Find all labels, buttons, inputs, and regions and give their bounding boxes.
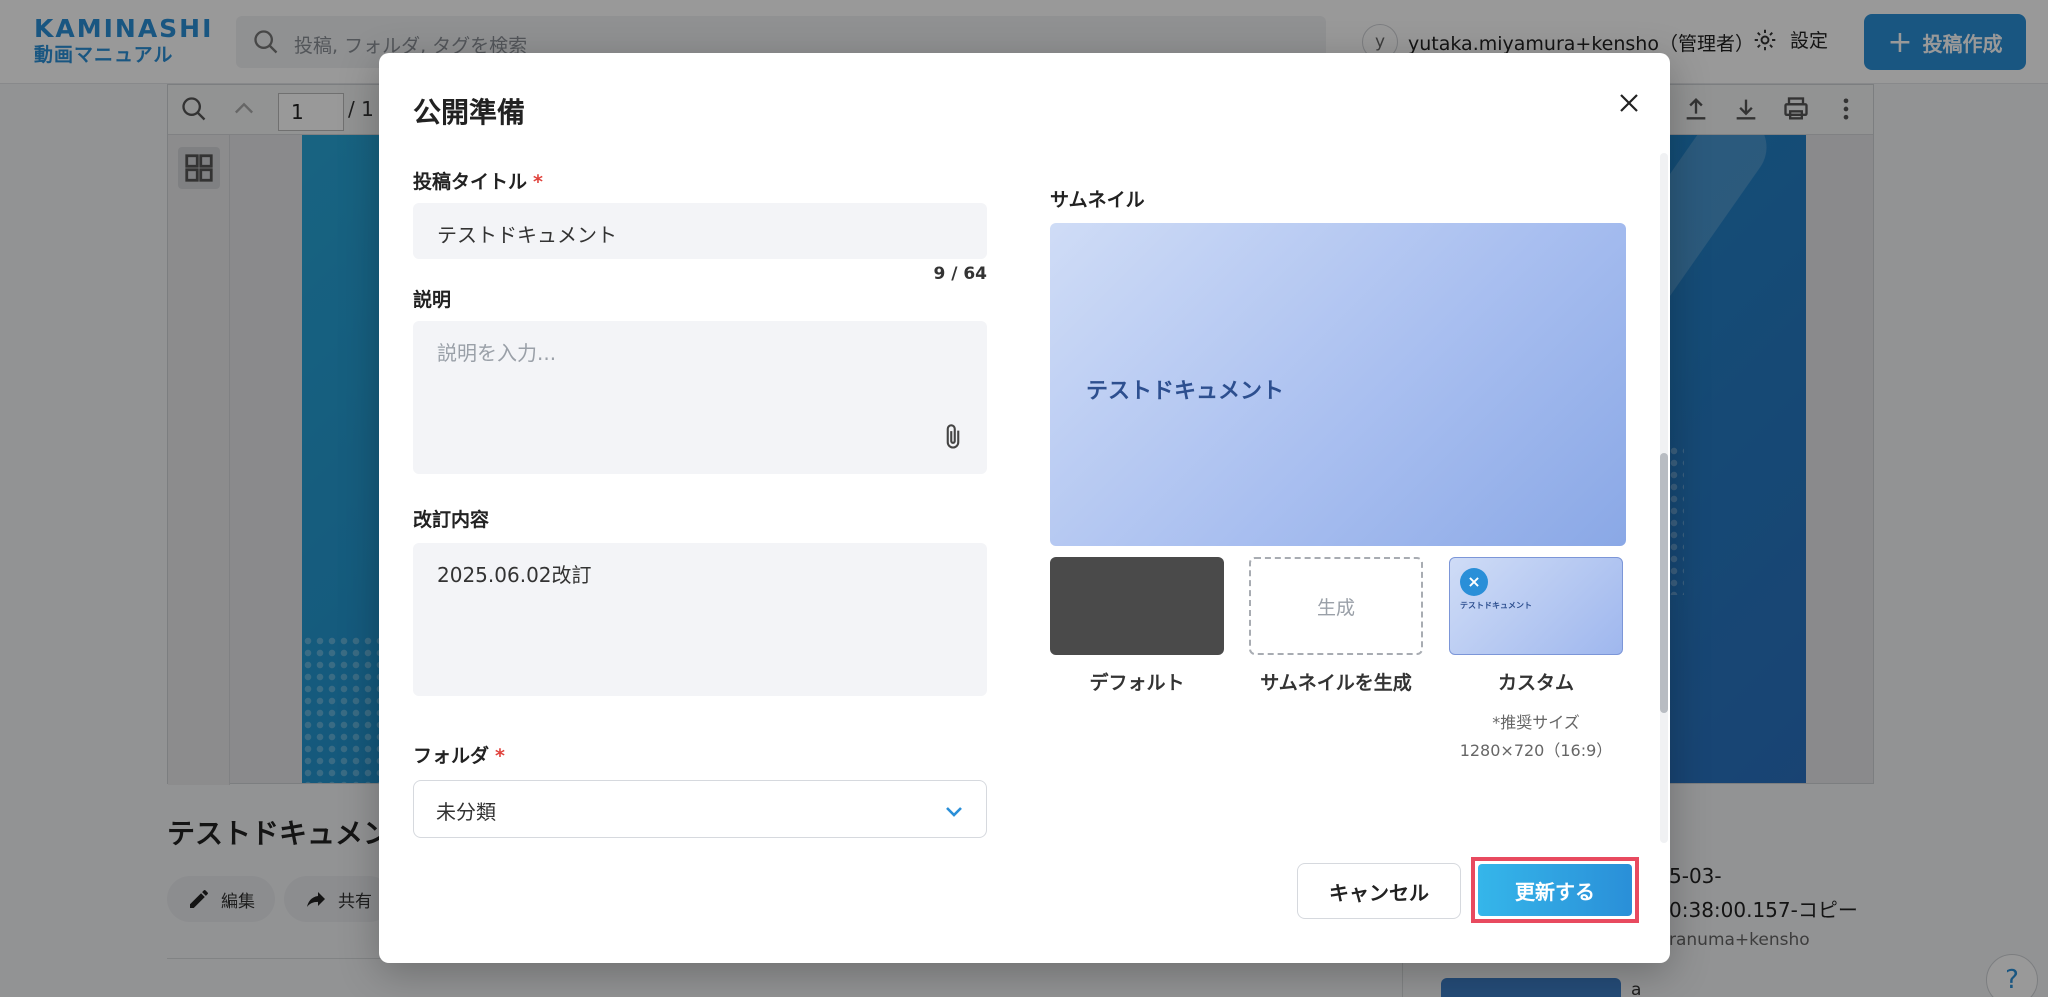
thumbnail-label: サムネイル [1050,189,1145,211]
post-title-label-text: 投稿タイトル [413,171,528,193]
description-label: 説明 [413,289,452,311]
chevron-down-icon [946,807,962,817]
folder-label-text: フォルダ [413,745,490,767]
update-button[interactable]: 更新する [1478,864,1632,916]
thumbnail-option-custom[interactable]: テストドキュメント [1449,557,1623,655]
close-icon [1620,94,1638,112]
revision-label: 改訂内容 [413,509,490,531]
thumbnail-option-generate[interactable]: 生成 [1249,557,1423,655]
option-caption-custom: カスタム [1497,672,1574,694]
title-char-counter: 9 / 64 [933,264,987,284]
close-icon [1469,577,1479,587]
thumbnail-preview-title: テストドキュメント [1086,379,1285,404]
post-title-input[interactable]: テストドキュメント [413,203,987,259]
paperclip-icon[interactable] [939,423,967,451]
description-textarea[interactable]: 説明を入力... [413,321,987,474]
remove-custom-button[interactable] [1460,568,1488,596]
option-caption-default: デフォルト [1089,672,1185,694]
thumbnail-preview: テストドキュメント [1050,223,1626,546]
cancel-button[interactable]: キャンセル [1297,863,1461,919]
generate-text: 生成 [1316,596,1355,619]
folder-label: フォルダ * [413,741,505,768]
dialog-title: 公開準備 [413,96,526,129]
option-caption-generate: サムネイルを生成 [1260,672,1412,694]
scrollbar-thumb[interactable] [1660,453,1668,713]
close-button[interactable] [1611,85,1647,121]
post-title-label: 投稿タイトル * [413,167,543,194]
folder-selected-value: 未分類 [436,800,496,824]
update-button-highlight: 更新する [1471,857,1639,923]
custom-thumbnail-text: テストドキュメント [1460,601,1532,610]
recommended-size-label: *推奨サイズ [1492,713,1580,732]
dialog-scrollbar[interactable] [1660,153,1668,843]
folder-select[interactable]: 未分類 [413,780,987,838]
required-mark: * [533,171,543,193]
description-placeholder: 説明を入力... [437,341,557,365]
recommended-size-value: 1280×720（16:9） [1459,741,1613,760]
publish-prep-dialog: 公開準備 投稿タイトル * テストドキュメント 9 / 64 説明 説明を入力..… [379,53,1670,963]
required-mark: * [495,745,505,767]
thumbnail-option-default[interactable] [1050,557,1224,655]
revision-textarea[interactable]: 2025.06.02改訂 [413,543,987,696]
